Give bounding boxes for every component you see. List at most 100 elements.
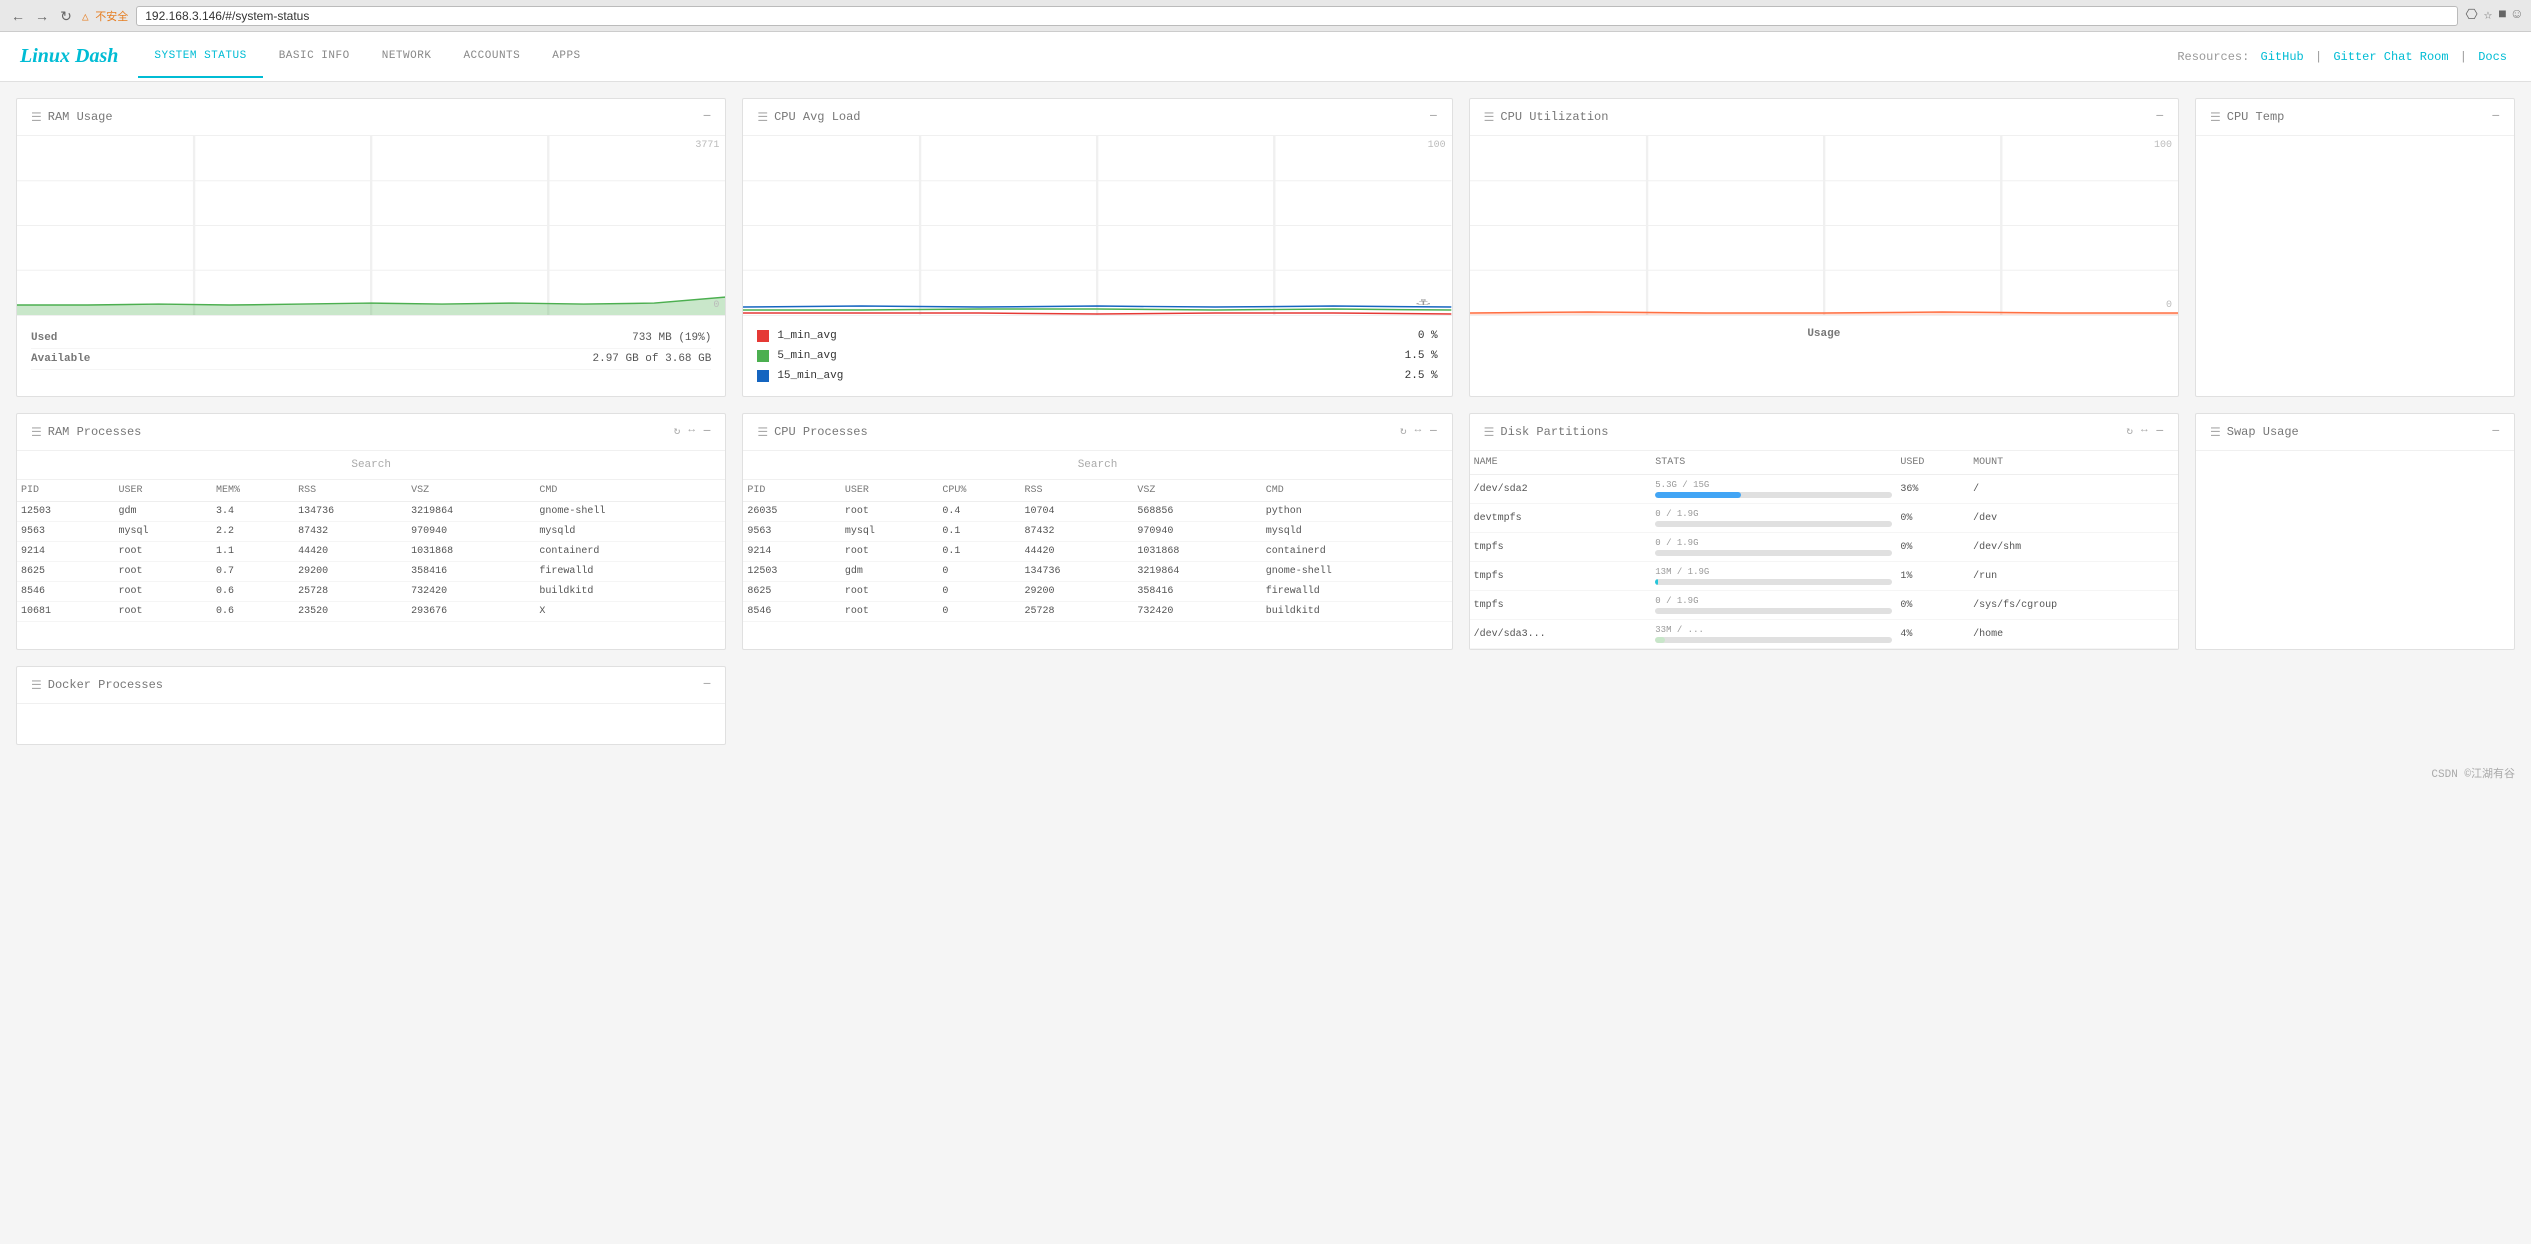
- col-vsz: VSZ: [407, 480, 535, 502]
- disk-partitions-card: ☰ Disk Partitions ↻ ↔ − NAME STATS USED …: [1469, 413, 2179, 650]
- cpu-avg-header: ☰ CPU Avg Load −: [743, 99, 1451, 136]
- cpu-processes-header: ☰ CPU Processes ↻ ↔ −: [743, 414, 1451, 451]
- docker-processes-actions[interactable]: −: [703, 677, 711, 693]
- menu-icon: ☰: [31, 110, 42, 125]
- page-footer: CSDN ©江湖有谷: [0, 761, 2531, 785]
- cpu-avg-legend: 1_min_avg 0 % 5_min_avg 1.5 % 15_min_avg…: [743, 316, 1451, 396]
- disk-header-row: NAME STATS USED MOUNT: [1470, 451, 2178, 475]
- col-cmd: CMD: [1262, 480, 1452, 502]
- cpu-avg-load-card: ☰ CPU Avg Load − 100 ⚓: [742, 98, 1452, 397]
- cpu-processes-table-wrapper: PID USER CPU% RSS VSZ CMD 26035 root 0.4…: [743, 480, 1451, 622]
- docs-link[interactable]: Docs: [2478, 50, 2507, 64]
- github-link[interactable]: GitHub: [2261, 50, 2304, 64]
- swap-usage-header: ☰ Swap Usage −: [2196, 414, 2514, 451]
- main-content: ☰ RAM Usage − 3771 0: [0, 82, 2531, 761]
- minimize-icon[interactable]: −: [2492, 109, 2500, 125]
- col-cpu: CPU%: [938, 480, 1020, 502]
- table-row: 8546 root 0.6 25728 732420 buildkitd: [17, 582, 725, 602]
- ram-processes-tbody: 12503 gdm 3.4 134736 3219864 gnome-shell…: [17, 502, 725, 622]
- disk-progress-bar: [1655, 579, 1892, 585]
- nav-accounts[interactable]: ACCOUNTS: [447, 36, 536, 78]
- legend-color-5min: [757, 350, 769, 362]
- cpu-temp-actions[interactable]: −: [2492, 109, 2500, 125]
- minimize-icon[interactable]: −: [1429, 424, 1437, 440]
- table-row: tmpfs 13M / 1.9G 1% /run: [1470, 562, 2178, 591]
- disk-progress-bar: [1655, 608, 1892, 614]
- ram-processes-header: ☰ RAM Processes ↻ ↔ −: [17, 414, 725, 451]
- cpu-temp-body: [2196, 136, 2514, 196]
- disk-actions[interactable]: ↻ ↔ −: [2126, 424, 2164, 440]
- legend-color-15min: [757, 370, 769, 382]
- nav-network[interactable]: NETWORK: [366, 36, 448, 78]
- refresh-icon[interactable]: ↻: [674, 424, 681, 440]
- ram-usage-actions[interactable]: −: [703, 109, 711, 125]
- share-icon[interactable]: ⎔: [2466, 7, 2478, 24]
- gitter-link[interactable]: Gitter Chat Room: [2333, 50, 2448, 64]
- cpu-processes-search[interactable]: Search: [743, 451, 1451, 480]
- url-bar[interactable]: [136, 6, 2457, 26]
- used-stat-row: Used 733 MB (19%): [31, 328, 711, 349]
- cpu-processes-actions[interactable]: ↻ ↔ −: [1400, 424, 1438, 440]
- disk-partitions-header: ☰ Disk Partitions ↻ ↔ −: [1470, 414, 2178, 451]
- expand-icon[interactable]: ↔: [1415, 424, 1422, 440]
- ram-usage-chart: 3771 0: [17, 136, 725, 316]
- legend-15min: 15_min_avg 2.5 %: [757, 366, 1437, 386]
- cpu-temp-card: ☰ CPU Temp −: [2195, 98, 2515, 397]
- swap-usage-body: [2196, 451, 2514, 511]
- minimize-icon[interactable]: −: [2156, 109, 2164, 125]
- col-vsz: VSZ: [1133, 480, 1261, 502]
- refresh-icon[interactable]: ↻: [1400, 424, 1407, 440]
- minimize-icon[interactable]: −: [703, 677, 711, 693]
- ram-processes-search[interactable]: Search: [17, 451, 725, 480]
- nav-apps[interactable]: APPS: [536, 36, 596, 78]
- cpu-processes-table: PID USER CPU% RSS VSZ CMD 26035 root 0.4…: [743, 480, 1451, 622]
- disk-progress-bar: [1655, 521, 1892, 527]
- disk-progress-bar: [1655, 492, 1892, 498]
- col-mount: MOUNT: [1969, 451, 2178, 475]
- cpu-avg-actions[interactable]: −: [1429, 109, 1437, 125]
- refresh-icon[interactable]: ↻: [2126, 424, 2133, 440]
- table-row: 12503 gdm 3.4 134736 3219864 gnome-shell: [17, 502, 725, 522]
- bookmark-icon[interactable]: ☆: [2484, 7, 2492, 24]
- cpu-table-header-row: PID USER CPU% RSS VSZ CMD: [743, 480, 1451, 502]
- cpu-util-legend: Usage: [1470, 316, 2178, 350]
- minimize-icon[interactable]: −: [2156, 424, 2164, 440]
- minimize-icon[interactable]: −: [2492, 424, 2500, 440]
- extension-icon[interactable]: ■: [2498, 7, 2506, 24]
- ram-processes-table: PID USER MEM% RSS VSZ CMD 12503 gdm 3.4 …: [17, 480, 725, 622]
- swap-usage-actions[interactable]: −: [2492, 424, 2500, 440]
- forward-button[interactable]: →: [34, 8, 50, 24]
- cpu-util-chart: 100 0: [1470, 136, 2178, 316]
- disk-progress-fill: [1655, 579, 1657, 585]
- ram-usage-title: ☰ RAM Usage: [31, 110, 113, 125]
- table-row: devtmpfs 0 / 1.9G 0% /dev: [1470, 504, 2178, 533]
- ram-processes-table-wrapper: PID USER MEM% RSS VSZ CMD 12503 gdm 3.4 …: [17, 480, 725, 622]
- menu-icon: ☰: [31, 678, 42, 693]
- back-button[interactable]: ←: [10, 8, 26, 24]
- expand-icon[interactable]: ↔: [2141, 424, 2148, 440]
- expand-icon[interactable]: ↔: [688, 424, 695, 440]
- cpu-util-actions[interactable]: −: [2156, 109, 2164, 125]
- ram-processes-actions[interactable]: ↻ ↔ −: [674, 424, 712, 440]
- table-row: tmpfs 0 / 1.9G 0% /dev/shm: [1470, 533, 2178, 562]
- cpu-util-svg: [1470, 136, 2178, 315]
- disk-progress: 0 / 1.9G: [1655, 596, 1892, 614]
- browser-bar: ← → ↻ △ 不安全 ⎔ ☆ ■ ☺: [0, 0, 2531, 32]
- minimize-icon[interactable]: −: [703, 424, 711, 440]
- docker-processes-header: ☰ Docker Processes −: [17, 667, 725, 704]
- cpu-temp-title: ☰ CPU Temp: [2210, 110, 2284, 125]
- docker-processes-card: ☰ Docker Processes −: [16, 666, 726, 745]
- minimize-icon[interactable]: −: [1429, 109, 1437, 125]
- reload-button[interactable]: ↻: [58, 8, 74, 24]
- legend-1min: 1_min_avg 0 %: [757, 326, 1437, 346]
- profile-icon[interactable]: ☺: [2513, 7, 2521, 24]
- disk-progress-fill: [1655, 492, 1740, 498]
- nav-system-status[interactable]: SYSTEM STATUS: [138, 36, 262, 78]
- app-nav: Linux Dash SYSTEM STATUS BASIC INFO NETW…: [20, 36, 597, 78]
- table-row: 8625 root 0.7 29200 358416 firewalld: [17, 562, 725, 582]
- ram-stats: Used 733 MB (19%) Available 2.97 GB of 3…: [17, 316, 725, 382]
- minimize-icon[interactable]: −: [703, 109, 711, 125]
- svg-text:⚓: ⚓: [1416, 297, 1430, 308]
- nav-basic-info[interactable]: BASIC INFO: [263, 36, 366, 78]
- docker-processes-body: [17, 704, 725, 744]
